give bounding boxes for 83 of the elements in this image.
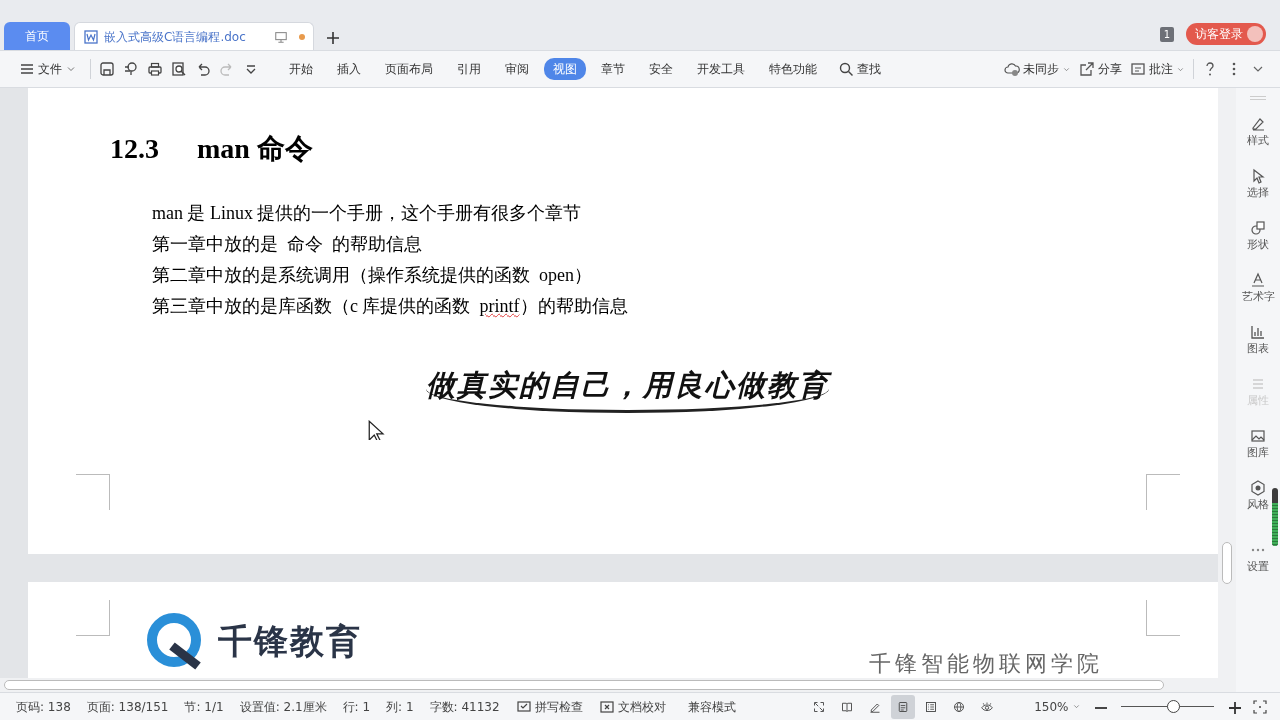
paragraph: 第三章中放的是库函数（c 库提供的函数 printf）的帮助信息 [152, 295, 629, 318]
page-view-button[interactable] [891, 694, 916, 719]
side-panel-button[interactable]: 样式 [1247, 116, 1269, 162]
pen-icon [1250, 116, 1266, 132]
scroll-thumb[interactable] [1222, 542, 1232, 584]
monitor-icon [274, 29, 288, 44]
comment-button[interactable]: 批注 [1126, 58, 1189, 80]
plus-icon [1228, 700, 1242, 715]
slider-thumb[interactable] [1166, 700, 1180, 713]
login-button[interactable]: 访客登录 [1186, 23, 1266, 45]
section-number: 12.3 [110, 132, 159, 166]
section-heading: man 命令 [197, 132, 313, 166]
ribbon-tab[interactable]: 章节 [592, 58, 634, 80]
comment-icon [1130, 61, 1146, 77]
magnifier-page-icon [171, 61, 187, 77]
status-text: 列: 1 [385, 698, 415, 716]
compat-mode: 兼容模式 [686, 698, 737, 716]
ribbon-tab[interactable]: 审阅 [496, 58, 538, 80]
fit-icon [1252, 698, 1268, 715]
status-text: 行: 1 [341, 698, 372, 716]
status-text: 页面: 138/151 [85, 698, 170, 716]
ribbon-tab[interactable]: 特色功能 [760, 58, 826, 80]
text-art-icon [1250, 272, 1266, 288]
sync-button[interactable]: 未同步 [1000, 58, 1075, 80]
spell-check-button[interactable]: 拼写检查 [507, 697, 591, 716]
proofread-button[interactable]: 文档校对 [590, 697, 674, 716]
minus-icon [1094, 706, 1107, 709]
corner-mark [76, 600, 110, 636]
status-text: 设置值: 2.1厘米 [238, 698, 328, 716]
cursor-icon [1250, 168, 1266, 184]
avatar-icon [1247, 26, 1263, 42]
check-icon [515, 698, 532, 715]
vertical-scrollbar[interactable] [1218, 88, 1236, 678]
scroll-thumb[interactable] [4, 680, 1164, 690]
lines-icon [1250, 376, 1266, 392]
side-panel-button[interactable]: 设置 [1247, 542, 1269, 588]
printer-icon [147, 61, 163, 77]
ribbon-tab[interactable]: 安全 [640, 58, 682, 80]
corner-mark [1146, 474, 1180, 510]
menu-icon [19, 61, 35, 77]
ribbon-tab[interactable]: 页面布局 [376, 58, 442, 80]
bar-chart-icon [1250, 324, 1266, 340]
paragraph: 第一章中放的是 命令 的帮助信息 [152, 233, 423, 256]
caret-icon [1071, 702, 1081, 711]
image-icon [1250, 428, 1266, 444]
level-meter-icon [1272, 488, 1278, 546]
cloud-icon [1004, 61, 1020, 77]
side-panel-button[interactable]: 风格 [1247, 480, 1269, 526]
share-icon [1079, 61, 1095, 77]
corner-mark [1146, 600, 1180, 636]
side-panel-button[interactable]: 选择 [1247, 168, 1269, 214]
plus-icon [326, 30, 340, 45]
search-icon [838, 61, 854, 77]
export-icon [123, 61, 139, 77]
file-menu[interactable]: 文件 [10, 58, 86, 80]
status-text: 字数: 41132 [428, 698, 501, 716]
ribbon-tab[interactable]: 开发工具 [688, 58, 754, 80]
logo-text: 千锋教育 [218, 619, 362, 663]
status-text: 页码: 138 [15, 698, 72, 716]
ribbon-tab[interactable]: 引用 [448, 58, 490, 80]
document-icon [83, 28, 99, 45]
paragraph: man 是 Linux 提供的一个手册，这个手册有很多个章节 [152, 202, 583, 225]
search-button[interactable]: 查找 [829, 58, 890, 80]
ribbon-tab[interactable]: 开始 [280, 58, 322, 80]
ribbon-tab[interactable]: 插入 [328, 58, 370, 80]
side-panel-button[interactable]: 图库 [1247, 428, 1269, 474]
paragraph: 第二章中放的是系统调用（操作系统提供的函数 open） [152, 264, 593, 287]
ribbon-tab[interactable]: 视图 [544, 58, 586, 80]
side-panel-button[interactable]: 图表 [1247, 324, 1269, 370]
side-panel-button[interactable]: 艺术字 [1241, 272, 1275, 318]
shapes-icon [1250, 220, 1266, 236]
corner-mark [76, 474, 110, 510]
hexagon-icon [1250, 480, 1266, 496]
document-tab[interactable]: 嵌入式高级C语言编程.doc [74, 22, 314, 50]
zoom-menu[interactable]: 150% [1026, 697, 1089, 716]
status-text: 节: 1/1 [183, 698, 225, 716]
page-subtitle: 千锋智能物联网学院 [869, 651, 1103, 676]
horizontal-scrollbar[interactable] [0, 678, 1236, 692]
share-button[interactable]: 分享 [1075, 58, 1126, 80]
side-panel-button[interactable]: 形状 [1247, 220, 1269, 266]
window-count[interactable]: 1 [1159, 26, 1174, 42]
cross-box-icon [598, 698, 615, 715]
save-icon [99, 61, 115, 77]
